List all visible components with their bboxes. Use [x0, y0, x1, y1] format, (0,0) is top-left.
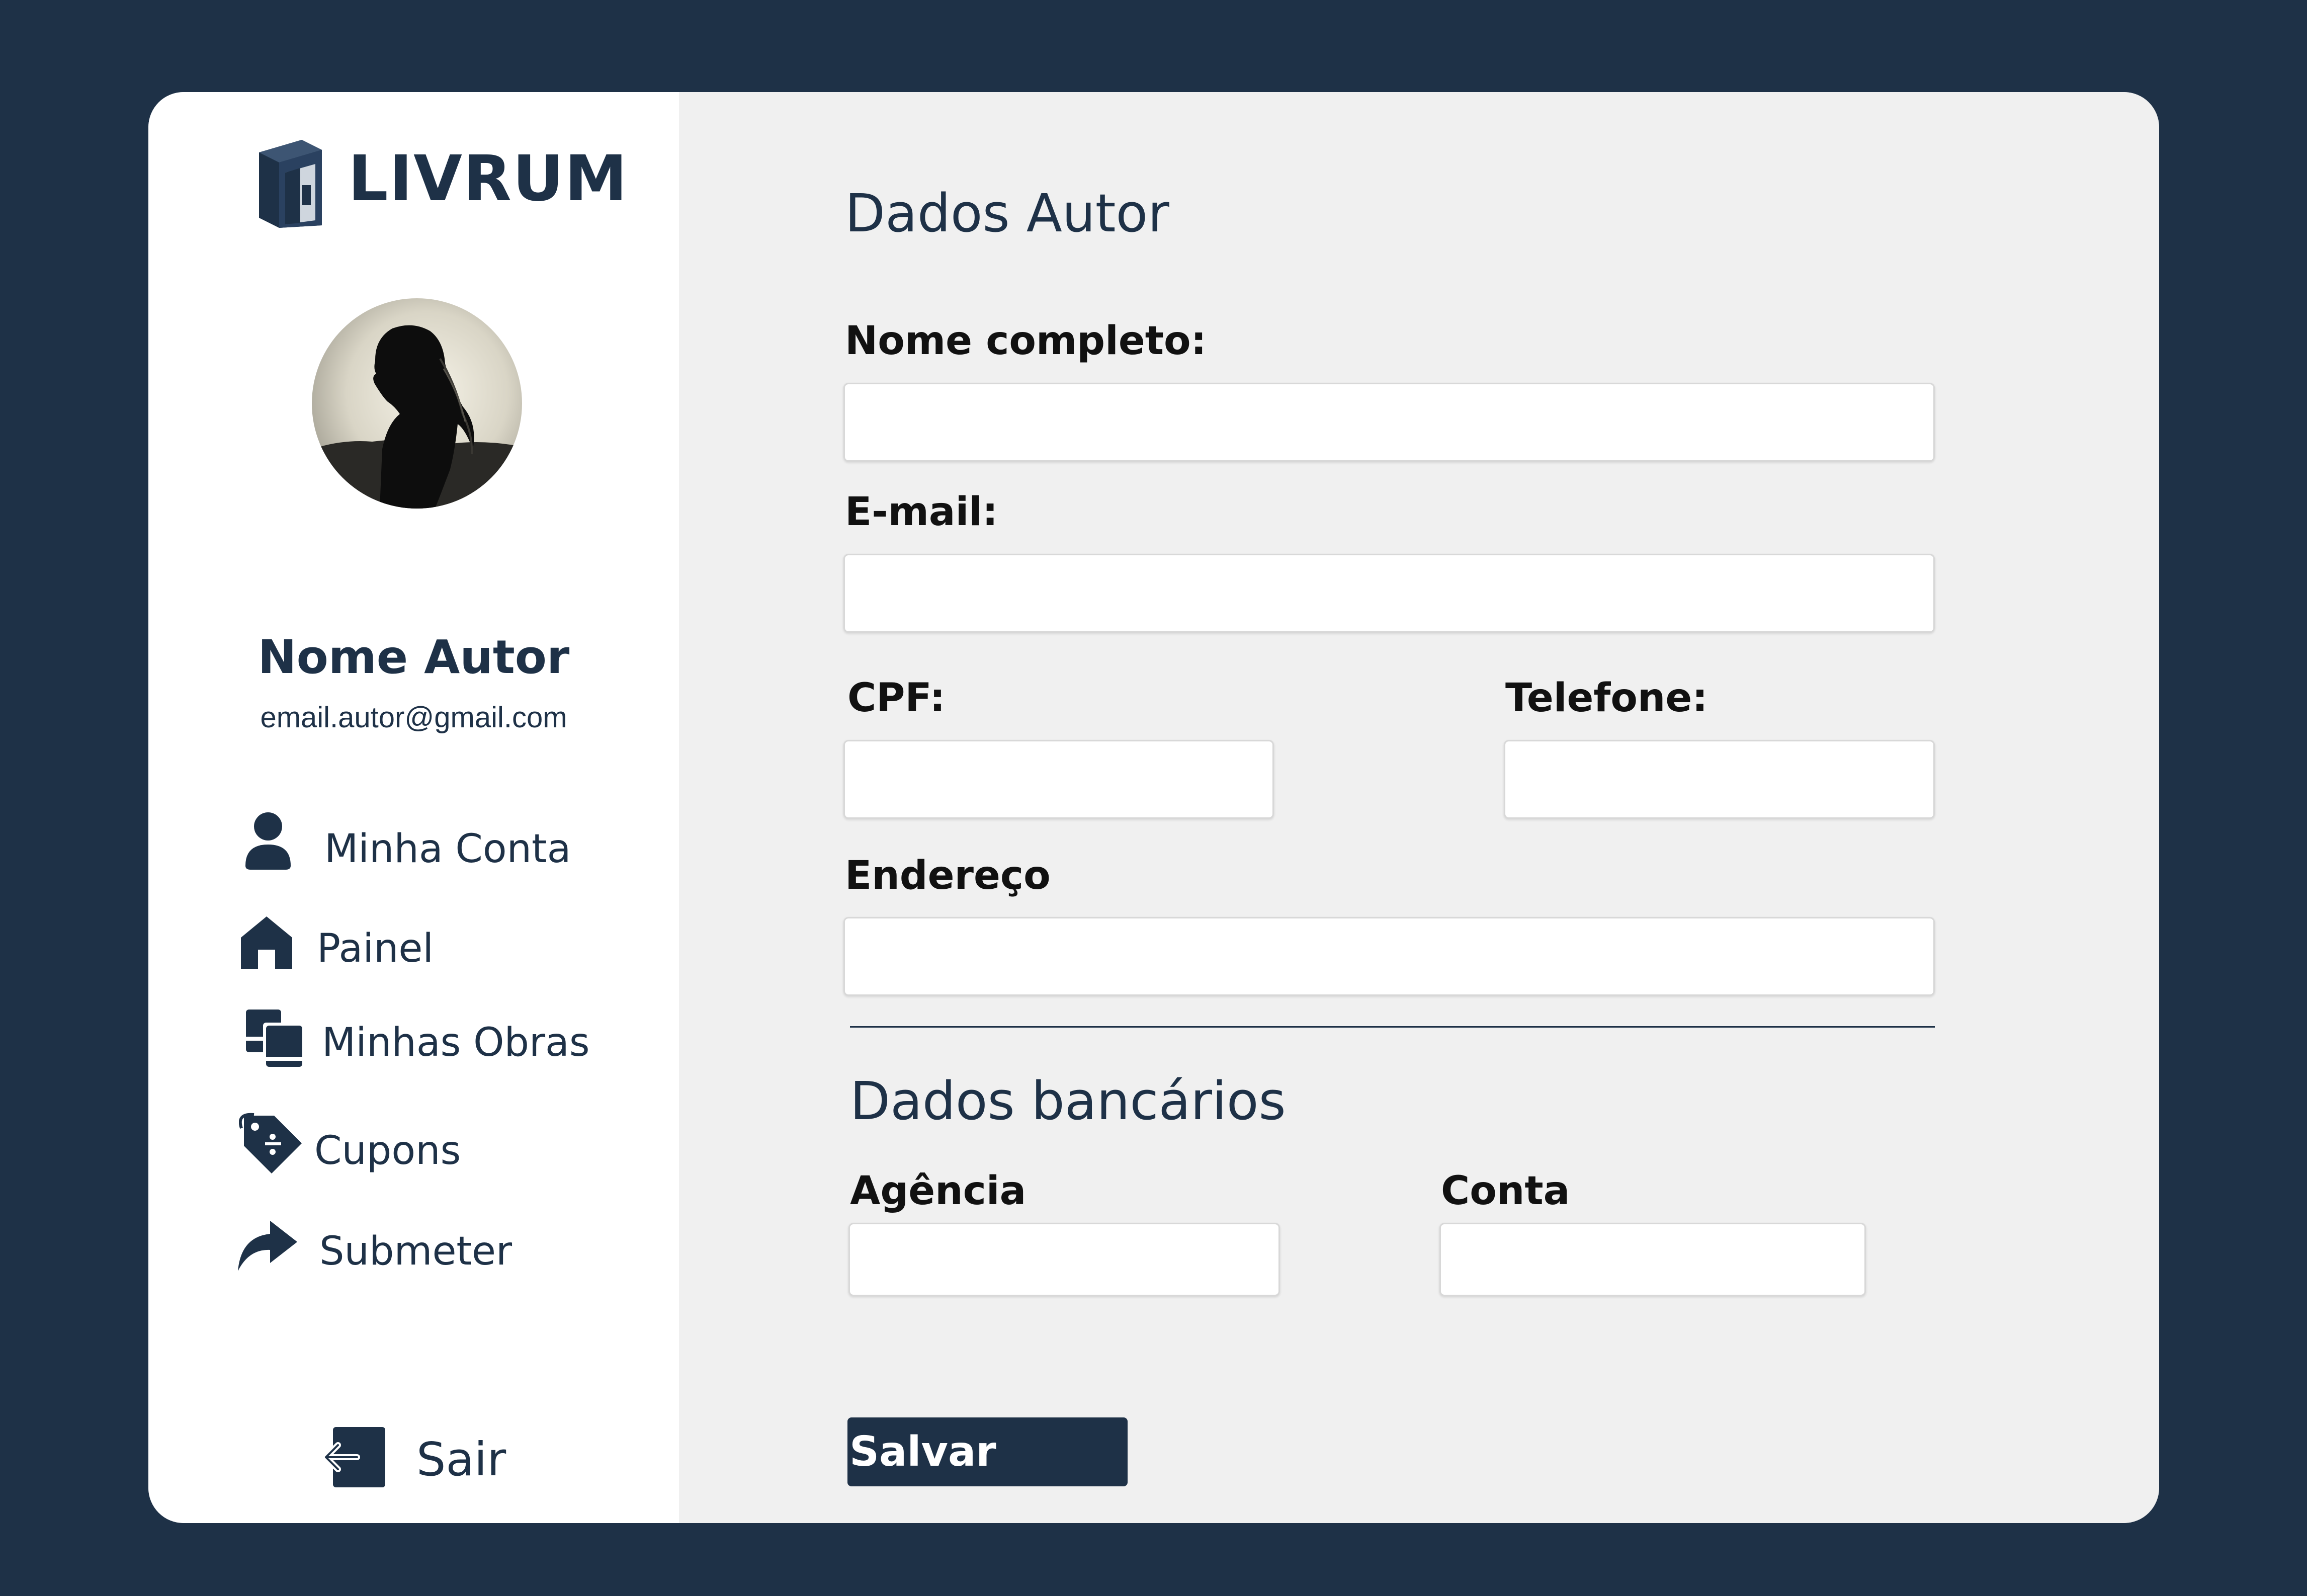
sidebar-item-painel[interactable]: Painel: [239, 907, 641, 977]
author-section-title: Dados Autor: [845, 183, 1169, 244]
cpf-input[interactable]: [843, 740, 1274, 819]
sidebar: LIVRUM Nome Autor email.autor@gmail.com: [148, 92, 679, 1523]
email-input[interactable]: [843, 554, 1935, 633]
books-icon: [246, 1010, 304, 1068]
email-label: E-mail:: [845, 489, 998, 535]
avatar-photo: [312, 298, 522, 509]
bank-section-title: Dados bancários: [850, 1070, 1286, 1132]
section-divider: [850, 1026, 1935, 1028]
sidebar-item-minha-conta[interactable]: Minha Conta: [239, 806, 641, 877]
avatar: [312, 298, 522, 509]
book-logo-icon: [259, 140, 322, 228]
sidebar-item-minhas-obras[interactable]: Minhas Obras: [239, 1002, 666, 1073]
home-icon: [241, 916, 292, 969]
sidebar-item-submeter[interactable]: Submeter: [234, 1209, 636, 1279]
logout-button[interactable]: Sair: [322, 1420, 533, 1495]
address-label: Endereço: [845, 853, 1051, 898]
account-label: Conta: [1441, 1168, 1570, 1214]
agency-input[interactable]: [848, 1223, 1280, 1296]
phone-input[interactable]: [1504, 740, 1935, 819]
share-arrow-icon: [238, 1221, 297, 1271]
author-email: email.autor@gmail.com: [260, 701, 567, 734]
phone-label: Telefone:: [1505, 676, 1708, 721]
sidebar-item-label: Painel: [317, 926, 434, 971]
account-input[interactable]: [1439, 1223, 1866, 1296]
sidebar-item-label: Minha Conta: [324, 826, 571, 872]
sidebar-item-cupons[interactable]: Cupons: [239, 1108, 641, 1179]
address-input[interactable]: [843, 917, 1935, 996]
full-name-input[interactable]: [843, 383, 1935, 462]
logout-icon: [323, 1427, 385, 1487]
app-window: LIVRUM Nome Autor email.autor@gmail.com: [148, 92, 2159, 1523]
sidebar-item-label: Submeter: [319, 1229, 512, 1274]
agency-label: Agência: [850, 1168, 1027, 1214]
sidebar-item-label: Minhas Obras: [322, 1020, 590, 1065]
cpf-label: CPF:: [847, 676, 946, 721]
save-button[interactable]: Salvar: [847, 1417, 1128, 1486]
full-name-label: Nome completo:: [845, 318, 1207, 364]
author-name: Nome Autor: [258, 630, 570, 684]
sidebar-item-label: Cupons: [314, 1128, 461, 1173]
brand-name: LIVRUM: [348, 142, 629, 215]
user-icon: [245, 812, 291, 870]
discount-tag-icon: [239, 1113, 302, 1173]
logout-label: Sair: [416, 1433, 506, 1486]
